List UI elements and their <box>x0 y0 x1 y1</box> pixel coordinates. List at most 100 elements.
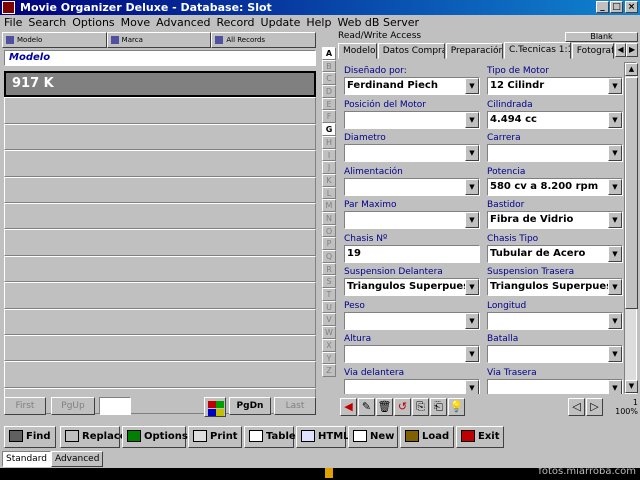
tab-fotografia[interactable]: Fotografía 1 <box>571 43 614 59</box>
list-item[interactable] <box>4 202 316 230</box>
alphabet-letter-i[interactable]: I <box>322 148 336 162</box>
field-combo[interactable]: ▼ <box>344 110 480 129</box>
tab-standard[interactable]: Standard <box>2 451 51 467</box>
tab-scroll-left-icon[interactable]: ◀ <box>614 43 627 57</box>
alphabet-letter-d[interactable]: D <box>322 85 336 98</box>
list-item[interactable] <box>4 150 316 177</box>
list-item[interactable] <box>4 282 316 309</box>
alphabet-letter-j[interactable]: J <box>322 161 336 174</box>
html-button[interactable]: HTML <box>296 426 350 448</box>
alphabet-letter-w[interactable]: W <box>322 326 336 339</box>
options-button[interactable]: Options <box>122 426 188 448</box>
tab-modelo[interactable]: Modelo <box>338 43 377 59</box>
menu-search[interactable]: Search <box>25 15 69 30</box>
field-combo[interactable]: Fibra de Vidrio ▼ <box>487 211 623 229</box>
alphabet-letter-h[interactable]: H <box>322 135 336 149</box>
field-combo[interactable]: Tubular de Acero ▼ <box>487 244 623 263</box>
field-combo[interactable]: ▼ <box>344 311 480 330</box>
menu-advanced[interactable]: Advanced <box>153 15 213 30</box>
next-record-icon[interactable]: ▷ <box>586 398 603 416</box>
alphabet-letter-u[interactable]: U <box>322 300 336 314</box>
alphabet-letter-x[interactable]: X <box>322 338 336 352</box>
list-item[interactable] <box>4 123 316 151</box>
list-item[interactable]: 917 K <box>4 71 316 98</box>
alphabet-letter-q[interactable]: Q <box>322 250 336 263</box>
menu-options[interactable]: Options <box>69 15 117 30</box>
pgdn-button[interactable]: PgDn <box>229 397 271 415</box>
field-combo[interactable]: ▼ <box>487 345 623 363</box>
chevron-down-icon[interactable]: ▼ <box>608 178 622 195</box>
maximize-button[interactable]: □ <box>610 1 623 13</box>
list-item[interactable] <box>4 97 316 124</box>
chevron-down-icon[interactable]: ▼ <box>608 145 622 161</box>
menu-file[interactable]: File <box>0 15 25 30</box>
pgup-button[interactable]: PgUp <box>51 397 95 415</box>
sort-modelo-button[interactable]: Modelo <box>2 32 107 48</box>
chevron-down-icon[interactable]: ▼ <box>465 178 479 195</box>
tab-advanced[interactable]: Advanced <box>50 451 104 467</box>
alphabet-letter-t[interactable]: T <box>322 288 336 301</box>
menu-help[interactable]: Help <box>303 15 334 30</box>
first-button[interactable]: First <box>4 397 46 415</box>
chevron-down-icon[interactable]: ▼ <box>608 346 622 362</box>
field-combo[interactable]: Triangulos Superpuestos ▼ <box>344 278 480 296</box>
blank-button[interactable]: Blank <box>565 32 638 42</box>
list-item[interactable] <box>4 255 316 283</box>
chevron-down-icon[interactable]: ▼ <box>608 379 622 394</box>
database-icon[interactable] <box>204 397 226 417</box>
alphabet-letter-s[interactable]: S <box>322 275 336 289</box>
alphabet-letter-n[interactable]: N <box>322 211 336 225</box>
list-item[interactable] <box>4 176 316 203</box>
chevron-down-icon[interactable]: ▼ <box>465 145 479 161</box>
list-item[interactable] <box>4 361 316 388</box>
alphabet-letter-c[interactable]: C <box>322 72 336 86</box>
form-scrollbar[interactable]: ▲ ▼ <box>624 62 638 394</box>
lightbulb-icon[interactable]: 💡 <box>448 398 465 416</box>
sort-all-records-button[interactable]: All Records <box>211 32 317 48</box>
alphabet-letter-g[interactable]: G <box>322 123 336 136</box>
list-item[interactable] <box>4 229 316 256</box>
chevron-down-icon[interactable]: ▼ <box>465 78 479 94</box>
chevron-down-icon[interactable]: ▼ <box>608 212 622 228</box>
tab-c-tecnicas[interactable]: C.Tecnicas 1:1 <box>503 42 571 59</box>
alphabet-letter-p[interactable]: P <box>322 237 336 250</box>
alphabet-letter-k[interactable]: K <box>322 173 336 187</box>
field-combo[interactable]: ▼ <box>487 311 623 330</box>
field-combo[interactable]: ▼ <box>487 378 623 394</box>
menu-move[interactable]: Move <box>118 15 154 30</box>
chevron-down-icon[interactable]: ▼ <box>608 78 622 94</box>
scroll-thumb[interactable] <box>625 77 638 309</box>
menu-update[interactable]: Update <box>258 15 304 30</box>
menu-web-db-server[interactable]: Web dB Server <box>334 15 422 30</box>
tab-preparacion[interactable]: Preparación <box>445 43 503 59</box>
close-button[interactable]: × <box>625 1 638 13</box>
field-combo[interactable]: ▼ <box>487 144 623 162</box>
field-combo[interactable]: ▼ <box>344 144 480 162</box>
back-arrow-icon[interactable]: ◀ <box>340 398 357 416</box>
trash-icon[interactable]: 🗑 <box>376 398 393 416</box>
alphabet-letter-z[interactable]: Z <box>322 364 336 377</box>
app-icon[interactable] <box>2 1 15 14</box>
print-button[interactable]: Print <box>188 426 242 448</box>
chevron-down-icon[interactable]: ▼ <box>465 312 479 329</box>
chevron-down-icon[interactable]: ▼ <box>608 245 622 262</box>
chevron-down-icon[interactable]: ▼ <box>465 212 479 228</box>
alphabet-letter-y[interactable]: Y <box>322 351 336 365</box>
chevron-down-icon[interactable]: ▼ <box>608 312 622 329</box>
scroll-down-icon[interactable]: ▼ <box>625 380 638 393</box>
field-combo[interactable]: 4.494 cc ▼ <box>487 110 623 129</box>
chevron-down-icon[interactable]: ▼ <box>608 111 622 128</box>
chevron-down-icon[interactable]: ▼ <box>465 346 479 362</box>
field-input[interactable]: 19 <box>344 244 480 263</box>
paste-record-icon[interactable]: ⎗ <box>430 398 447 416</box>
alphabet-letter-e[interactable]: E <box>322 97 336 111</box>
page-input[interactable] <box>99 397 131 415</box>
alphabet-letter-o[interactable]: O <box>322 224 336 238</box>
chevron-down-icon[interactable]: ▼ <box>465 279 479 295</box>
sort-marca-button[interactable]: Marca <box>106 32 212 48</box>
copy-record-icon[interactable]: ⎘ <box>412 398 429 416</box>
alphabet-letter-b[interactable]: B <box>322 59 336 73</box>
alphabet-letter-v[interactable]: V <box>322 313 336 327</box>
minimize-button[interactable]: _ <box>596 1 609 13</box>
field-combo[interactable]: ▼ <box>344 177 480 196</box>
